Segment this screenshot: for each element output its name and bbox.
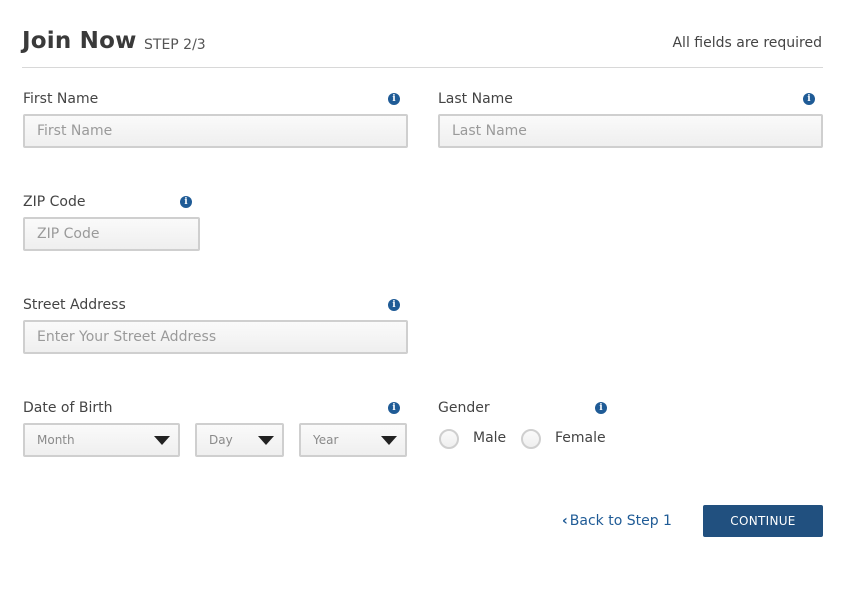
birth-month-value: Month <box>37 433 75 447</box>
back-to-step-1-link[interactable]: ‹ Back to Step 1 <box>562 513 672 529</box>
last-name-label: Last Name <box>438 91 513 107</box>
gender-info-icon[interactable]: i <box>595 402 607 414</box>
gender-label: Gender <box>438 400 490 416</box>
street-address-label: Street Address <box>23 297 126 313</box>
chevron-down-icon <box>258 436 274 445</box>
date-of-birth-info-icon[interactable]: i <box>388 402 400 414</box>
zip-code-input[interactable] <box>23 217 200 251</box>
birth-day-value: Day <box>209 433 233 447</box>
date-of-birth-label: Date of Birth <box>23 400 113 416</box>
gender-male-radio[interactable] <box>439 429 459 449</box>
birth-year-select[interactable]: Year <box>299 423 407 457</box>
birth-year-value: Year <box>313 433 339 447</box>
street-address-input[interactable] <box>23 320 408 354</box>
street-address-info-icon[interactable]: i <box>388 299 400 311</box>
chevron-down-icon <box>154 436 170 445</box>
birth-day-select[interactable]: Day <box>195 423 284 457</box>
step-indicator: STEP 2/3 <box>144 37 206 53</box>
first-name-input[interactable] <box>23 114 408 148</box>
zip-code-label: ZIP Code <box>23 194 86 210</box>
chevron-left-icon: ‹ <box>562 513 568 529</box>
birth-month-select[interactable]: Month <box>23 423 180 457</box>
gender-male-label[interactable]: Male <box>473 430 506 446</box>
header-divider <box>22 67 823 68</box>
chevron-down-icon <box>381 436 397 445</box>
required-note: All fields are required <box>672 35 822 51</box>
continue-button[interactable]: CONTINUE <box>703 505 823 537</box>
gender-female-radio[interactable] <box>521 429 541 449</box>
last-name-info-icon[interactable]: i <box>803 93 815 105</box>
page-title: Join Now <box>22 28 137 54</box>
back-link-label: Back to Step 1 <box>569 513 672 529</box>
gender-female-label[interactable]: Female <box>555 430 606 446</box>
first-name-info-icon[interactable]: i <box>388 93 400 105</box>
zip-code-info-icon[interactable]: i <box>180 196 192 208</box>
first-name-label: First Name <box>23 91 99 107</box>
last-name-input[interactable] <box>438 114 823 148</box>
